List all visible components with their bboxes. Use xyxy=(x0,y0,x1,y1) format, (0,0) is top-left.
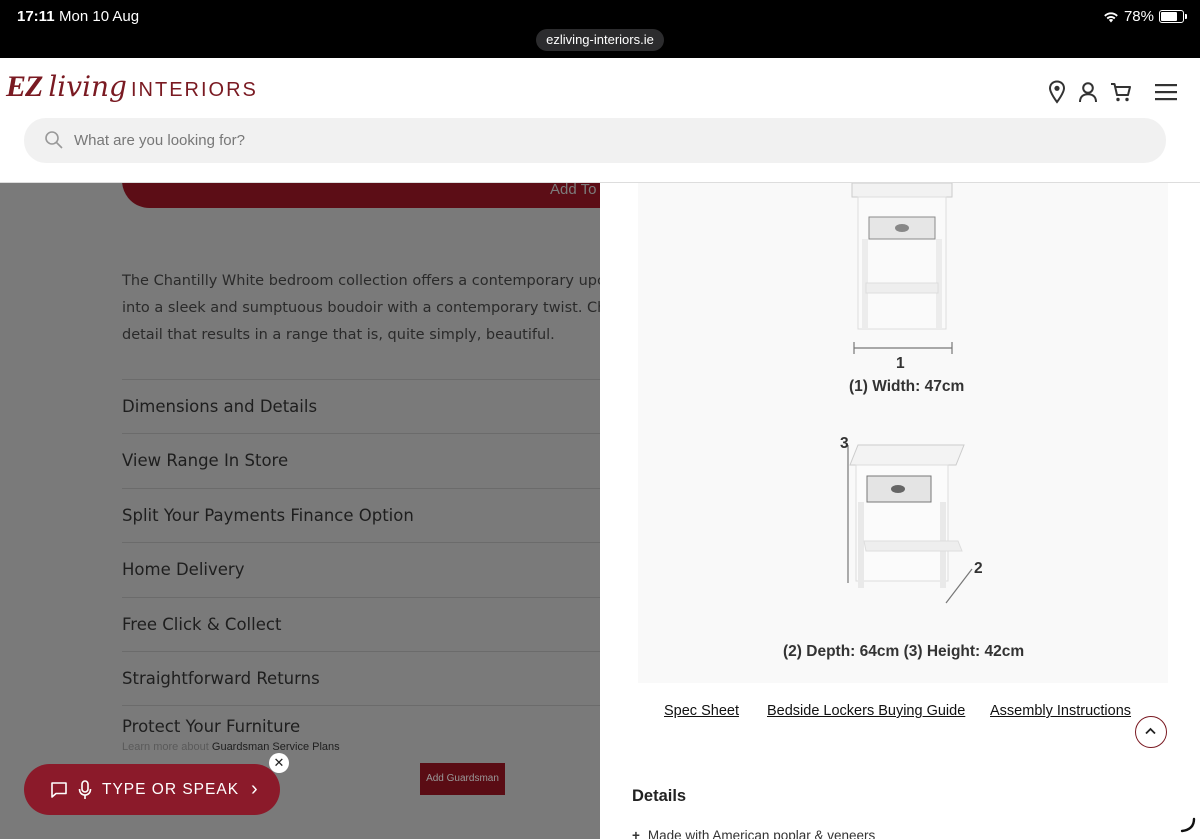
description-line: The Chantilly White bedroom collection o… xyxy=(122,273,600,289)
location-icon[interactable] xyxy=(1048,80,1066,104)
dimension-marker-3: 3 xyxy=(840,435,849,452)
logo-interiors: INTERIORS xyxy=(130,79,258,101)
details-item-text: Made with American poplar & veneers xyxy=(647,828,876,839)
protect-sub-prefix: Learn more about xyxy=(122,741,212,753)
battery-icon xyxy=(1159,10,1187,23)
dimensions-panel: 1 (1) Width: 47cm 3 2 (2) Depth: 64cm (3… xyxy=(600,183,1200,839)
product-accordion: Dimensions and Details View Range In Sto… xyxy=(122,379,600,705)
dimensions-image: 1 (1) Width: 47cm 3 2 (2) Depth: 64cm (3… xyxy=(638,183,1168,683)
battery-fill xyxy=(1161,12,1177,21)
description-line: detail that results in a range that is, … xyxy=(122,327,555,343)
spec-sheet-link[interactable]: Spec Sheet xyxy=(664,703,739,719)
cart-icon[interactable] xyxy=(1110,81,1132,103)
protect-title: Protect Your Furniture xyxy=(122,717,301,736)
logo-ez: EZ xyxy=(6,70,43,103)
dimension-depth-height-label: (2) Depth: 64cm (3) Height: 42cm xyxy=(783,643,1025,660)
description-line: into a sleek and sumptuous boudoir with … xyxy=(122,300,600,316)
loading-spinner-icon xyxy=(1180,817,1196,833)
bedside-locker-front-view xyxy=(847,183,973,604)
accordion-finance[interactable]: Split Your Payments Finance Option xyxy=(122,487,600,542)
search-icon xyxy=(45,131,63,149)
account-icon[interactable] xyxy=(1078,81,1098,103)
chevron-right-icon: › xyxy=(251,778,259,800)
dimension-width-label: (1) Width: 47cm xyxy=(849,378,965,395)
accordion-click-collect[interactable]: Free Click & Collect xyxy=(122,596,600,651)
dimension-marker-1: 1 xyxy=(896,355,905,372)
protect-furniture-section: Protect Your Furniture Learn more about … xyxy=(122,705,600,753)
chat-icon xyxy=(51,781,67,798)
battery-percent: 78% xyxy=(1123,8,1154,25)
site-header: EZ living INTERIORS xyxy=(0,58,1200,183)
add-guardsman-button[interactable]: Add Guardsman xyxy=(420,763,505,795)
status-right: 78% xyxy=(1103,8,1187,25)
details-list-item: + Made with American poplar & veneers xyxy=(632,828,875,839)
accordion-returns[interactable]: Straightforward Returns xyxy=(122,650,600,705)
protect-subtitle: Learn more about Guardsman Service Plans xyxy=(122,741,600,753)
product-description: The Chantilly White bedroom collection o… xyxy=(122,268,600,349)
add-to-cart-label: Add To xyxy=(550,183,597,198)
guardsman-link[interactable]: Guardsman Service Plans xyxy=(212,741,340,753)
close-icon[interactable]: ✕ xyxy=(269,753,289,773)
logo-living: living xyxy=(48,70,127,103)
search-bar[interactable] xyxy=(24,118,1166,163)
menu-icon[interactable] xyxy=(1154,82,1178,102)
dimension-marker-2: 2 xyxy=(974,560,983,577)
site-logo[interactable]: EZ living INTERIORS xyxy=(6,70,258,104)
status-date: Mon 10 Aug xyxy=(59,8,140,25)
plus-icon: + xyxy=(632,828,640,839)
header-icons xyxy=(1048,80,1178,104)
scroll-to-top-button[interactable] xyxy=(1135,716,1167,748)
status-time: 17:11 xyxy=(17,8,55,25)
details-heading: Details xyxy=(632,787,687,805)
chevron-up-icon xyxy=(1145,727,1156,735)
type-or-speak-label: TYPE OR SPEAK xyxy=(102,780,240,798)
buying-guide-link[interactable]: Bedside Lockers Buying Guide xyxy=(767,703,965,719)
add-to-cart-button[interactable]: Add To xyxy=(122,183,600,208)
accordion-home-delivery[interactable]: Home Delivery xyxy=(122,542,600,596)
type-or-speak-button[interactable]: TYPE OR SPEAK › xyxy=(24,764,280,815)
page-content-dimmed: Add To The Chantilly White bedroom colle… xyxy=(0,183,600,839)
status-bar: 17:11 Mon 10 Aug 78% ezliving-interiors.… xyxy=(0,0,1200,58)
accordion-view-range[interactable]: View Range In Store xyxy=(122,433,600,487)
search-input[interactable] xyxy=(74,118,1124,163)
microphone-icon xyxy=(78,779,92,799)
assembly-instructions-link[interactable]: Assembly Instructions xyxy=(990,703,1131,719)
accordion-dimensions[interactable]: Dimensions and Details xyxy=(122,379,600,433)
wifi-icon xyxy=(1104,11,1118,22)
url-bar[interactable]: ezliving-interiors.ie xyxy=(536,29,664,51)
